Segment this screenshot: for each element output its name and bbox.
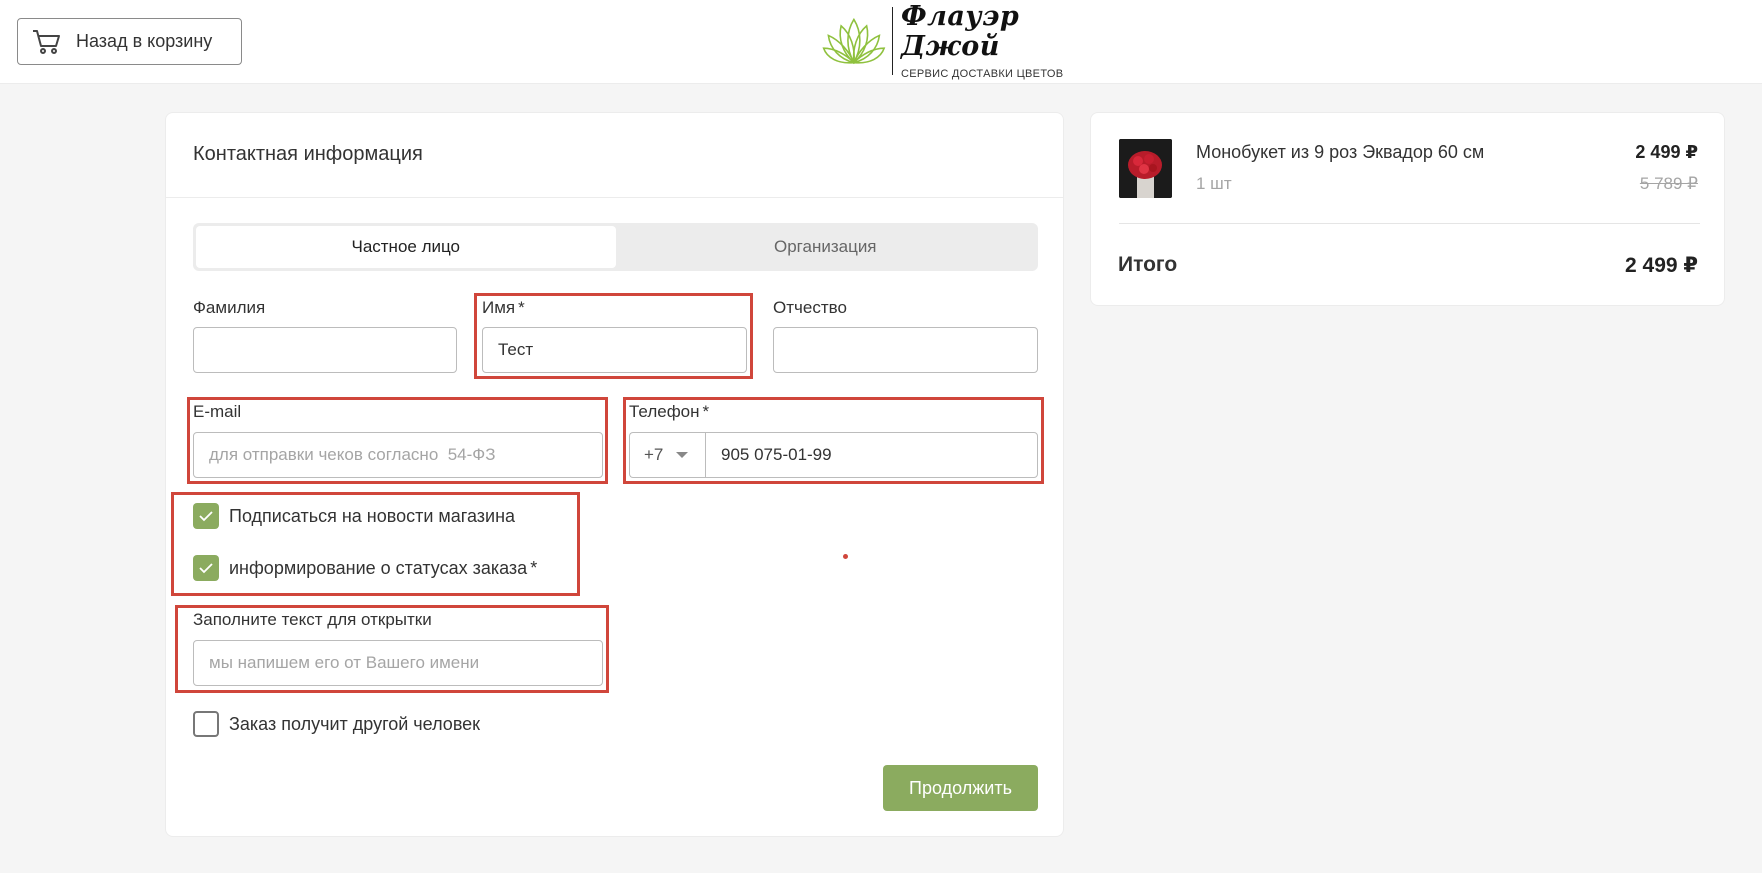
logo-divider xyxy=(891,7,893,75)
product-old-price: 5 789 ₽ xyxy=(1639,174,1698,193)
back-to-cart-label: Назад в корзину xyxy=(76,31,213,51)
required-mark: * xyxy=(518,298,525,317)
total-label: Итого xyxy=(1118,253,1178,276)
total-value: 2 499 ₽ xyxy=(1625,254,1698,277)
tab-organization[interactable]: Организация xyxy=(616,226,1036,268)
order-status-label: информирование о статусах заказа * xyxy=(229,557,538,578)
card-title: Контактная информация xyxy=(193,143,423,165)
last-name-input[interactable] xyxy=(193,327,457,373)
newsletter-checkbox[interactable] xyxy=(193,503,219,529)
first-name-label: Имя * xyxy=(482,298,525,317)
country-code-value: +7 xyxy=(644,445,664,464)
newsletter-checkbox-row[interactable]: Подписаться на новости магазина xyxy=(193,503,515,529)
logo-tagline: СЕРВИС ДОСТАВКИ ЦВЕТОВ xyxy=(900,68,1064,80)
last-name-label: Фамилия xyxy=(193,298,266,317)
back-to-cart-button[interactable]: Назад в корзину xyxy=(17,18,242,65)
required-mark: * xyxy=(702,402,710,421)
order-summary-card: Монобукет из 9 роз Эквадор 60 см 1 шт 2 … xyxy=(1090,112,1725,306)
chevron-down-icon xyxy=(676,452,689,458)
phone-label: Телефон * xyxy=(629,402,710,421)
email-label: E-mail xyxy=(193,402,242,421)
logo-text: Флауэр Джой СЕРВИС ДОСТАВКИ ЦВЕТОВ xyxy=(900,1,1082,81)
middle-name-label: Отчество xyxy=(773,298,847,317)
header: Назад в корзину Флауэр Джой СЕРВИС ДОСТА… xyxy=(0,0,1762,84)
other-recipient-checkbox[interactable] xyxy=(193,711,219,737)
newsletter-label: Подписаться на новости магазина xyxy=(229,505,516,526)
check-icon xyxy=(199,511,213,522)
product-price: 2 499 ₽ xyxy=(1635,142,1698,162)
logo-name: Флауэр Джой xyxy=(900,1,1020,62)
cursor-dot xyxy=(843,554,848,559)
cart-icon xyxy=(33,29,60,54)
first-name-input[interactable] xyxy=(482,327,747,373)
other-recipient-checkbox-row[interactable]: Заказ получит другой человек xyxy=(193,711,480,737)
product-thumbnail xyxy=(1119,139,1172,198)
lotus-logo-icon xyxy=(822,17,886,65)
contact-info-card: Контактная информация Частное лицо Орган… xyxy=(165,112,1064,837)
continue-button[interactable]: Продолжить xyxy=(883,765,1038,811)
middle-name-input[interactable] xyxy=(773,327,1038,373)
card-text-label: Заполните текст для открытки xyxy=(193,610,432,629)
status-checkbox-row[interactable]: информирование о статусах заказа * xyxy=(193,555,537,581)
rose-bouquet-image xyxy=(1119,139,1172,198)
divider xyxy=(1119,223,1700,224)
divider xyxy=(166,197,1063,198)
email-input[interactable] xyxy=(193,432,603,478)
logo[interactable]: Флауэр Джой СЕРВИС ДОСТАВКИ ЦВЕТОВ xyxy=(822,2,1082,80)
tab-private-person[interactable]: Частное лицо xyxy=(196,226,616,268)
phone-input[interactable] xyxy=(705,432,1038,478)
check-icon xyxy=(199,563,213,574)
product-name[interactable]: Монобукет из 9 роз Эквадор 60 см xyxy=(1196,142,1484,163)
product-quantity: 1 шт xyxy=(1196,174,1232,193)
order-status-checkbox[interactable] xyxy=(193,555,219,581)
other-recipient-label: Заказ получит другой человек xyxy=(229,713,481,734)
country-code-select[interactable]: +7 xyxy=(629,432,705,478)
customer-type-tabs: Частное лицо Организация xyxy=(193,223,1038,271)
required-mark: * xyxy=(530,557,538,578)
card-text-input[interactable] xyxy=(193,640,603,686)
